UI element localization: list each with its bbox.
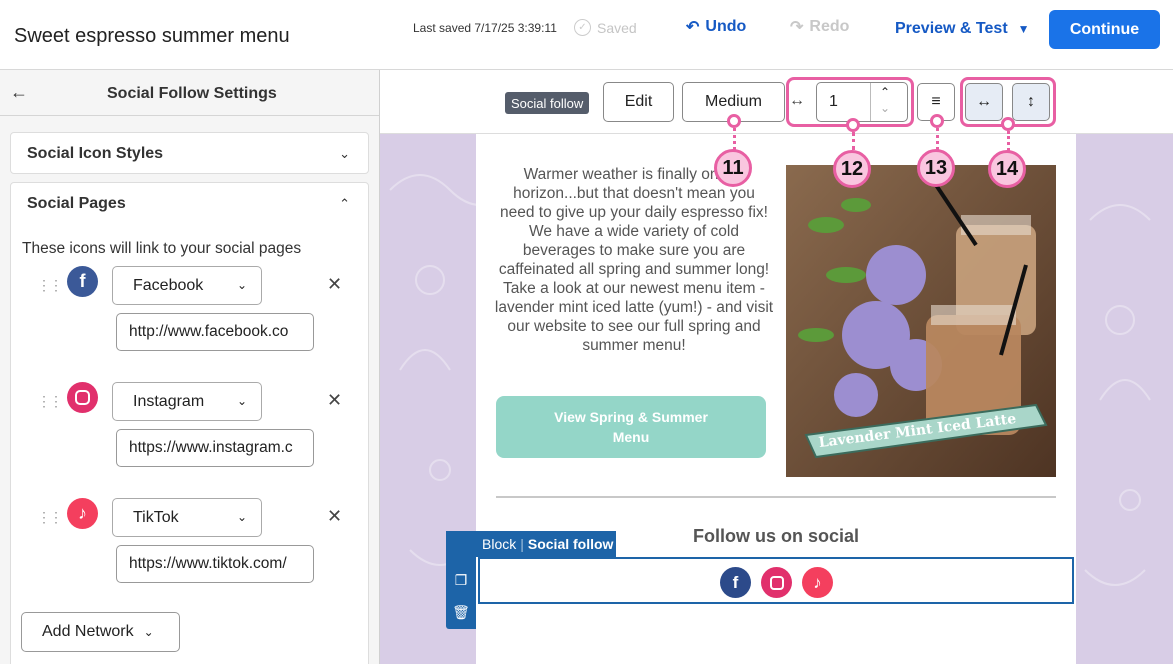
network-name: Facebook <box>133 276 204 294</box>
callout-dot <box>1001 117 1015 131</box>
back-arrow-icon[interactable]: ← <box>10 82 28 103</box>
redo-label: Redo <box>809 18 850 35</box>
drag-handle-icon[interactable]: ⋮⋮ <box>37 394 63 408</box>
social-pages-intro: These icons will link to your social pag… <box>22 240 302 257</box>
add-network-label: Add Network <box>42 623 134 640</box>
panel-title: Social Follow Settings <box>107 85 277 102</box>
url-input[interactable]: https://www.tiktok.com/ <box>116 545 314 583</box>
settings-panel: ← Social Follow Settings Social Icon Sty… <box>0 70 380 664</box>
section-social-icon-styles[interactable]: Social Icon Styles ⌄ <box>10 132 369 174</box>
latte-photo: Lavender Mint Iced Latte <box>786 165 1056 477</box>
align-center-icon: ≡ <box>931 93 941 110</box>
delete-icon[interactable]: 🗑 <box>451 602 471 622</box>
block-type-label: Social follow <box>527 536 614 552</box>
section-title: Social Icon Styles <box>27 145 164 162</box>
callout-12: 12 <box>833 150 871 188</box>
instagram-icon[interactable] <box>761 567 792 598</box>
chevron-down-icon: ⌄ <box>236 510 247 524</box>
redo-icon: ↷ <box>790 19 804 36</box>
callout-dot <box>846 118 860 132</box>
top-bar: Sweet espresso summer menu Last saved 7/… <box>0 0 1173 70</box>
divider-line <box>496 496 1056 498</box>
callout-line <box>1007 131 1010 151</box>
network-select[interactable]: Facebook ⌄ <box>112 266 262 305</box>
instagram-icon <box>67 382 98 413</box>
remove-icon[interactable]: ✕ <box>327 390 342 411</box>
callout-dot <box>727 114 741 128</box>
remove-icon[interactable]: ✕ <box>327 274 342 295</box>
tiktok-icon[interactable]: ♪ <box>802 567 833 598</box>
block-type-tag: Social follow <box>505 92 590 114</box>
network-row: ⋮⋮ f Facebook ⌄ ✕ http://www.facebook.co <box>11 266 370 376</box>
undo-icon: ↶ <box>686 19 700 36</box>
network-row: ⋮⋮ ♪ TikTok ⌄ ✕ https://www.tiktok.com/ <box>11 498 370 608</box>
callout-line <box>733 128 736 150</box>
chevron-down-icon: ⌄ <box>236 278 247 292</box>
callout-dot <box>930 114 944 128</box>
check-circle-icon: ✓ <box>574 19 591 36</box>
continue-button[interactable]: Continue <box>1049 10 1160 49</box>
chevron-down-icon: ⌄ <box>236 394 247 408</box>
document-title[interactable]: Sweet espresso summer menu <box>14 25 290 48</box>
callout-13: 13 <box>917 149 955 187</box>
drag-handle-icon[interactable]: ⋮⋮ <box>37 278 63 292</box>
drag-handle-icon[interactable]: ⋮⋮ <box>37 510 63 524</box>
preview-label: Preview & Test <box>895 20 1008 37</box>
cta-button[interactable]: View Spring & Summer Menu <box>496 396 766 458</box>
panel-header: ← Social Follow Settings <box>0 70 379 116</box>
callout-11: 11 <box>714 149 752 187</box>
network-name: Instagram <box>133 392 205 410</box>
block-label: Block <box>482 536 517 552</box>
chevron-down-icon: ⌄ <box>143 625 154 639</box>
callout-line <box>852 132 855 150</box>
url-input[interactable]: https://www.instagram.c <box>116 429 314 467</box>
duplicate-icon[interactable]: ❐ <box>451 570 471 590</box>
add-network-button[interactable]: Add Network ⌄ <box>21 612 180 652</box>
section-social-pages[interactable]: Social Pages ⌃ <box>10 182 369 224</box>
saved-status: ✓ Saved <box>574 19 637 36</box>
separator: | <box>520 536 524 552</box>
tiktok-icon: ♪ <box>67 498 98 529</box>
url-input[interactable]: http://www.facebook.co <box>116 313 314 351</box>
social-pages-body: These icons will link to your social pag… <box>10 222 369 664</box>
chevron-up-icon: ⌃ <box>339 196 350 211</box>
chevron-down-icon: ⌄ <box>339 146 350 161</box>
undo-button[interactable]: ↶ Undo <box>686 17 746 37</box>
callout-line <box>936 128 939 150</box>
network-select[interactable]: Instagram ⌄ <box>112 382 262 421</box>
undo-label: Undo <box>705 18 747 35</box>
facebook-icon: f <box>67 266 98 297</box>
saved-label: Saved <box>597 19 637 36</box>
network-select[interactable]: TikTok ⌄ <box>112 498 262 537</box>
redo-button[interactable]: ↷ Redo <box>790 17 849 37</box>
social-follow-block[interactable]: f ♪ <box>478 557 1074 604</box>
chevron-down-icon: ▼ <box>1017 22 1030 36</box>
callout-14: 14 <box>988 150 1026 188</box>
block-label-bar: Block | Social follow <box>446 531 616 557</box>
preview-test-dropdown[interactable]: Preview & Test ▼ <box>895 20 1030 38</box>
email-canvas: Social follow Edit Medium ↔ 1 ⌃ ⌄ ≡ ↔ ↕ … <box>380 70 1173 664</box>
facebook-icon[interactable]: f <box>720 567 751 598</box>
remove-icon[interactable]: ✕ <box>327 506 342 527</box>
last-saved-text: Last saved 7/17/25 3:39:11 <box>413 21 557 35</box>
network-row: ⋮⋮ Instagram ⌄ ✕ https://www.instagram.c <box>11 382 370 492</box>
network-name: TikTok <box>133 508 179 526</box>
edit-button[interactable]: Edit <box>603 82 674 122</box>
section-title: Social Pages <box>27 195 126 212</box>
promo-paragraph: Warmer weather is finally on the horizon… <box>494 166 774 354</box>
